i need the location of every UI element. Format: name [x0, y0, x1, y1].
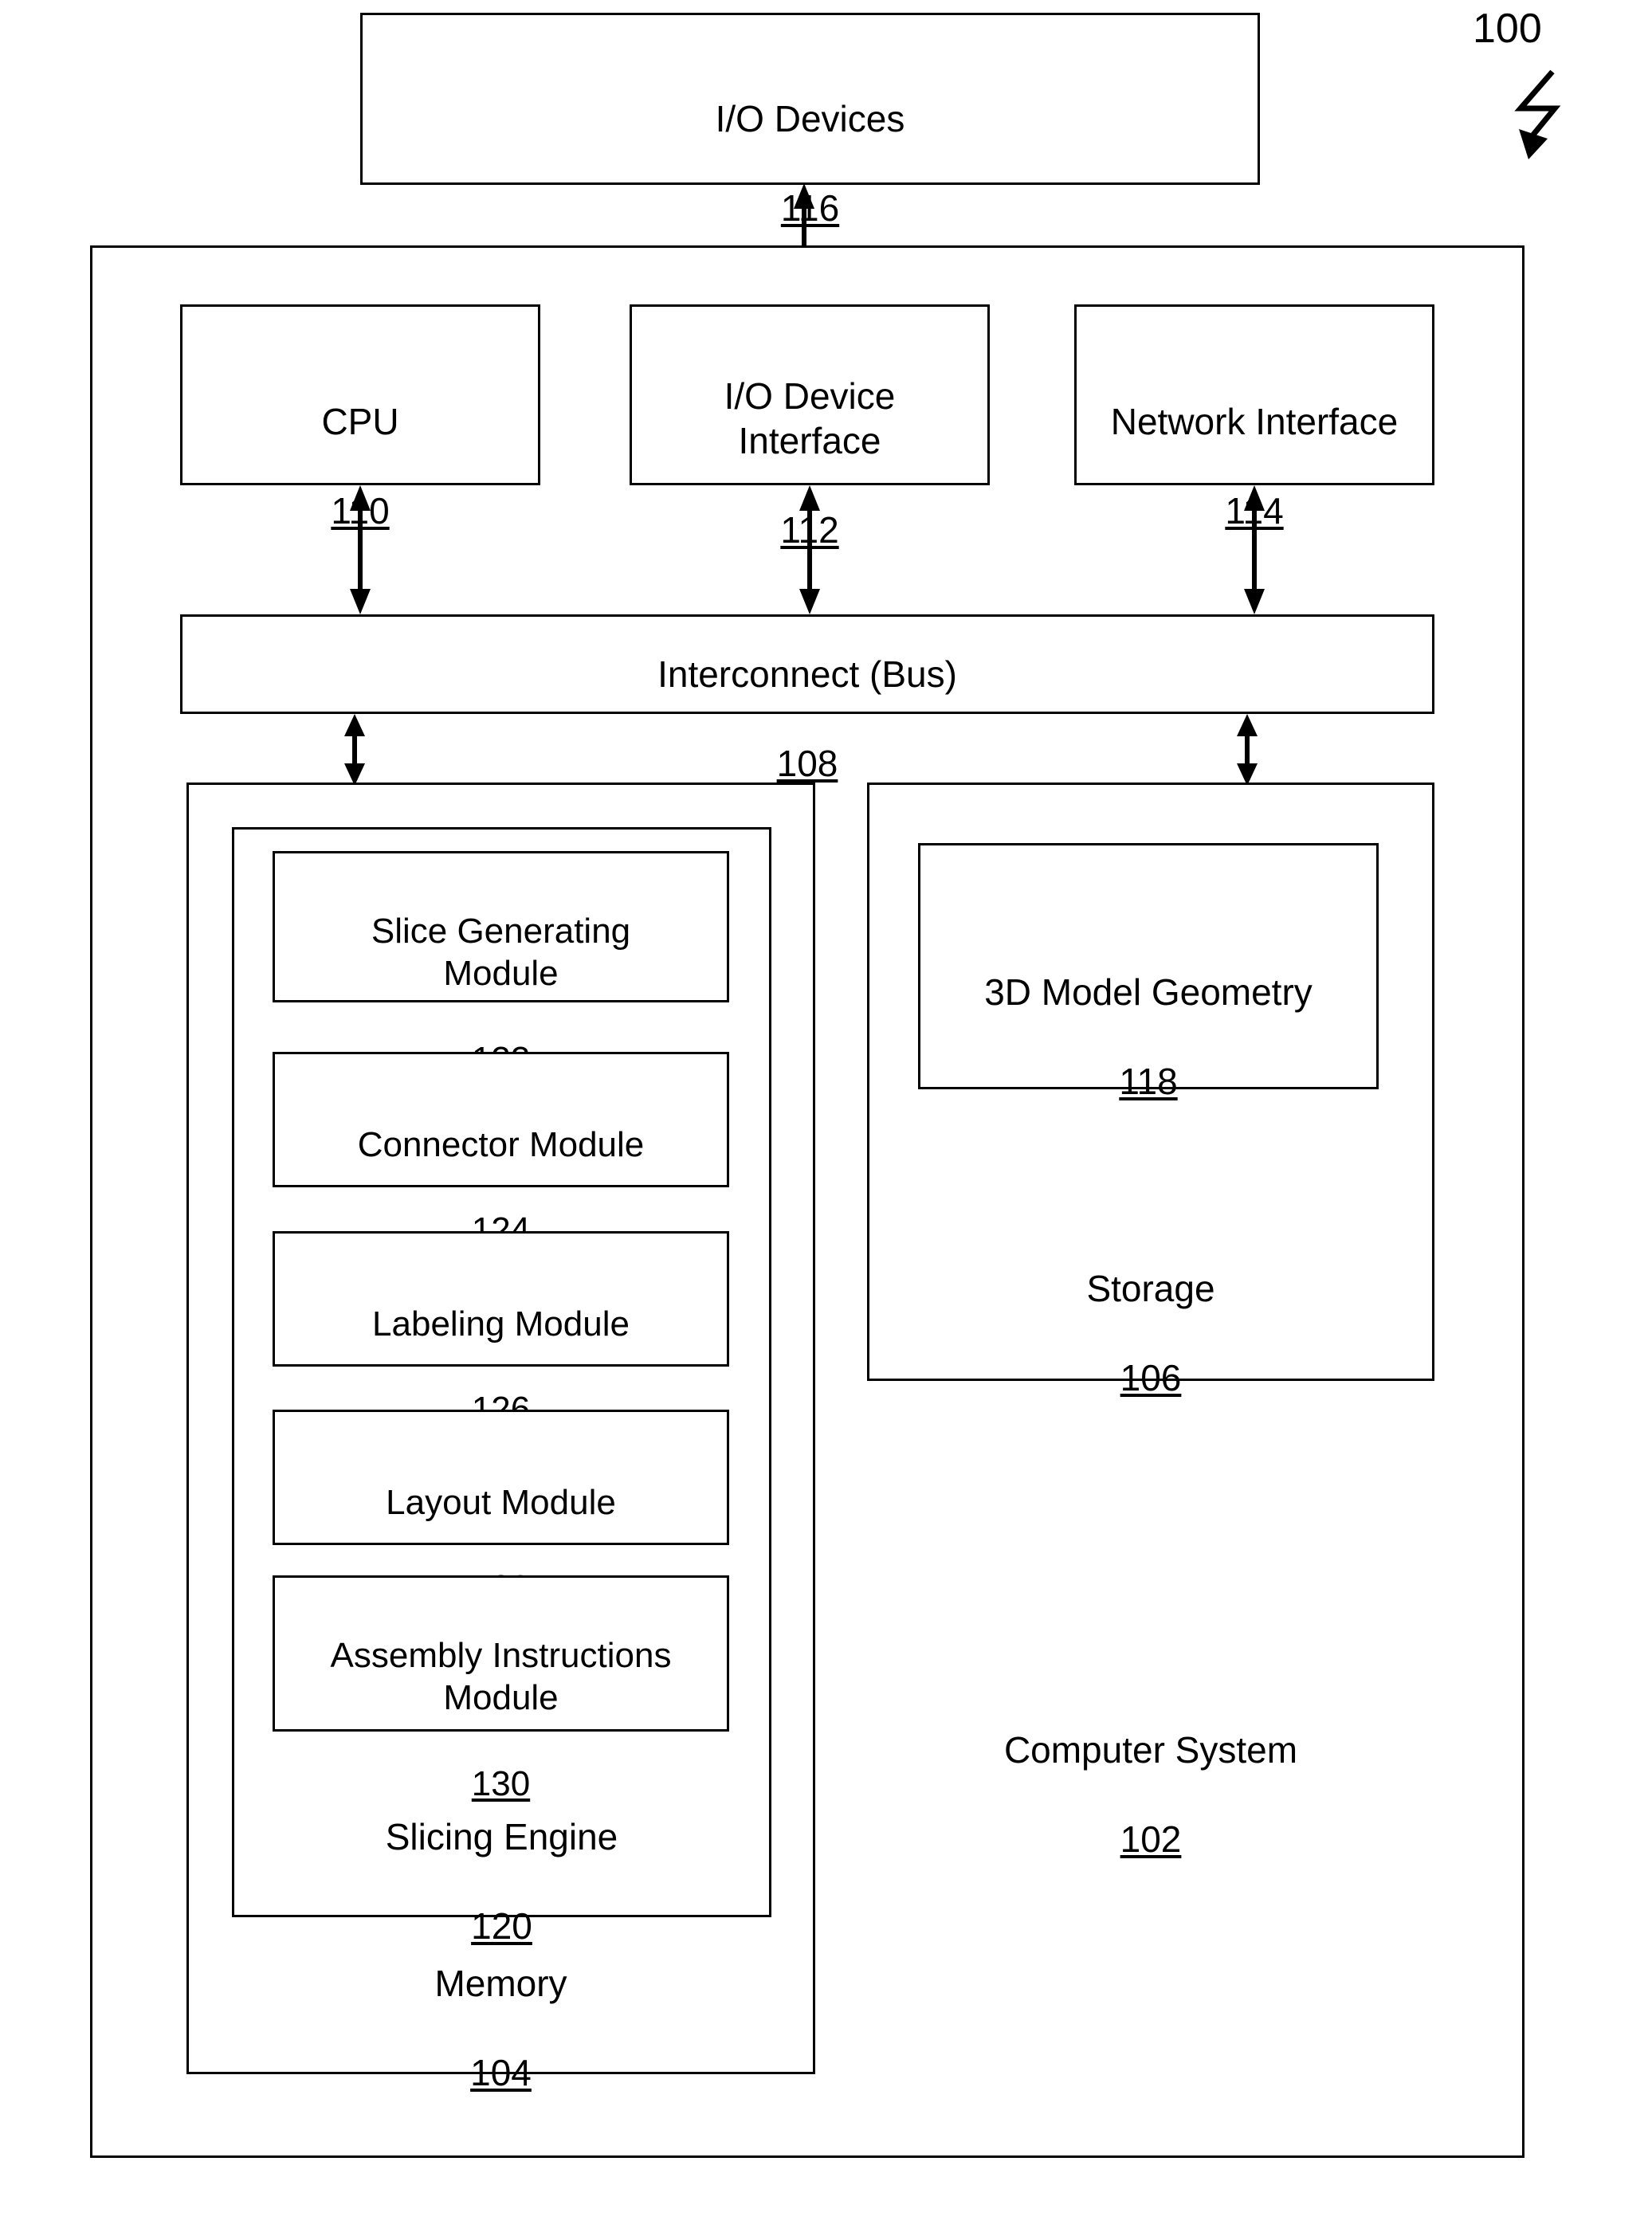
- assembly-instructions-module-box: Assembly Instructions Module 130: [273, 1575, 729, 1803]
- memory-number: 104: [470, 2052, 532, 2094]
- labeling-module-title: Labeling Module: [372, 1304, 630, 1343]
- io-device-interface-title: I/O Device Interface: [724, 375, 896, 462]
- interconnect-to-memory-arrow: [344, 714, 365, 786]
- model-geometry-title: 3D Model Geometry: [984, 971, 1313, 1014]
- network-interface-box: Network Interface 114: [1074, 304, 1434, 532]
- io-devices-box: I/O Devices 116: [360, 13, 1260, 229]
- layout-module-title: Layout Module: [386, 1482, 616, 1522]
- interconnect-bus-box: Interconnect (Bus) 108: [180, 614, 1434, 784]
- storage-title: Storage: [1086, 1268, 1215, 1310]
- patent-block-diagram: 100 I/O Devices 116 CPU 110 I/O Device I…: [0, 0, 1652, 2228]
- network-interface-to-interconnect-arrow: [1244, 485, 1265, 614]
- computer-system-number: 102: [1120, 1818, 1182, 1861]
- zigzag-leader-arrow-icon: [1514, 69, 1561, 159]
- io-devices-title: I/O Devices: [715, 98, 905, 140]
- io-device-interface-box: I/O Device Interface 112: [630, 304, 990, 551]
- layout-module-box: Layout Module 128: [273, 1410, 729, 1607]
- cpu-title: CPU: [321, 401, 399, 443]
- labeling-module-box: Labeling Module 126: [273, 1231, 729, 1429]
- computer-system-title: Computer System: [1003, 1729, 1298, 1771]
- assembly-instructions-module-number: 130: [471, 1763, 531, 1803]
- model-geometry-box: 3D Model Geometry 118: [918, 843, 1379, 1102]
- io-interface-to-interconnect-arrow: [799, 485, 820, 614]
- connector-module-title: Connector Module: [357, 1124, 645, 1164]
- interconnect-to-storage-arrow: [1237, 714, 1258, 786]
- computer-system-label: Computer System 102: [867, 1683, 1434, 1907]
- cpu-box: CPU 110: [180, 304, 540, 532]
- slice-generating-module-title: Slice Generating Module: [371, 911, 631, 994]
- storage-number: 106: [1120, 1357, 1182, 1399]
- interconnect-title: Interconnect (Bus): [657, 653, 957, 696]
- slicing-engine-number: 120: [471, 1905, 532, 1948]
- assembly-instructions-module-label: Assembly Instructions Module 130: [275, 1591, 727, 1848]
- assembly-instructions-module-title: Assembly Instructions Module: [330, 1635, 672, 1718]
- slice-generating-module-box: Slice Generating Module 122: [273, 851, 729, 1079]
- network-interface-title: Network Interface: [1110, 401, 1399, 443]
- model-geometry-number: 118: [1119, 1061, 1178, 1103]
- model-geometry-label: 3D Model Geometry 118: [920, 925, 1376, 1149]
- connector-module-box: Connector Module 124: [273, 1052, 729, 1249]
- cpu-to-interconnect-arrow: [350, 485, 371, 614]
- figure-reference-numeral: 100: [1473, 6, 1542, 52]
- storage-label: Storage 106: [869, 1222, 1432, 1445]
